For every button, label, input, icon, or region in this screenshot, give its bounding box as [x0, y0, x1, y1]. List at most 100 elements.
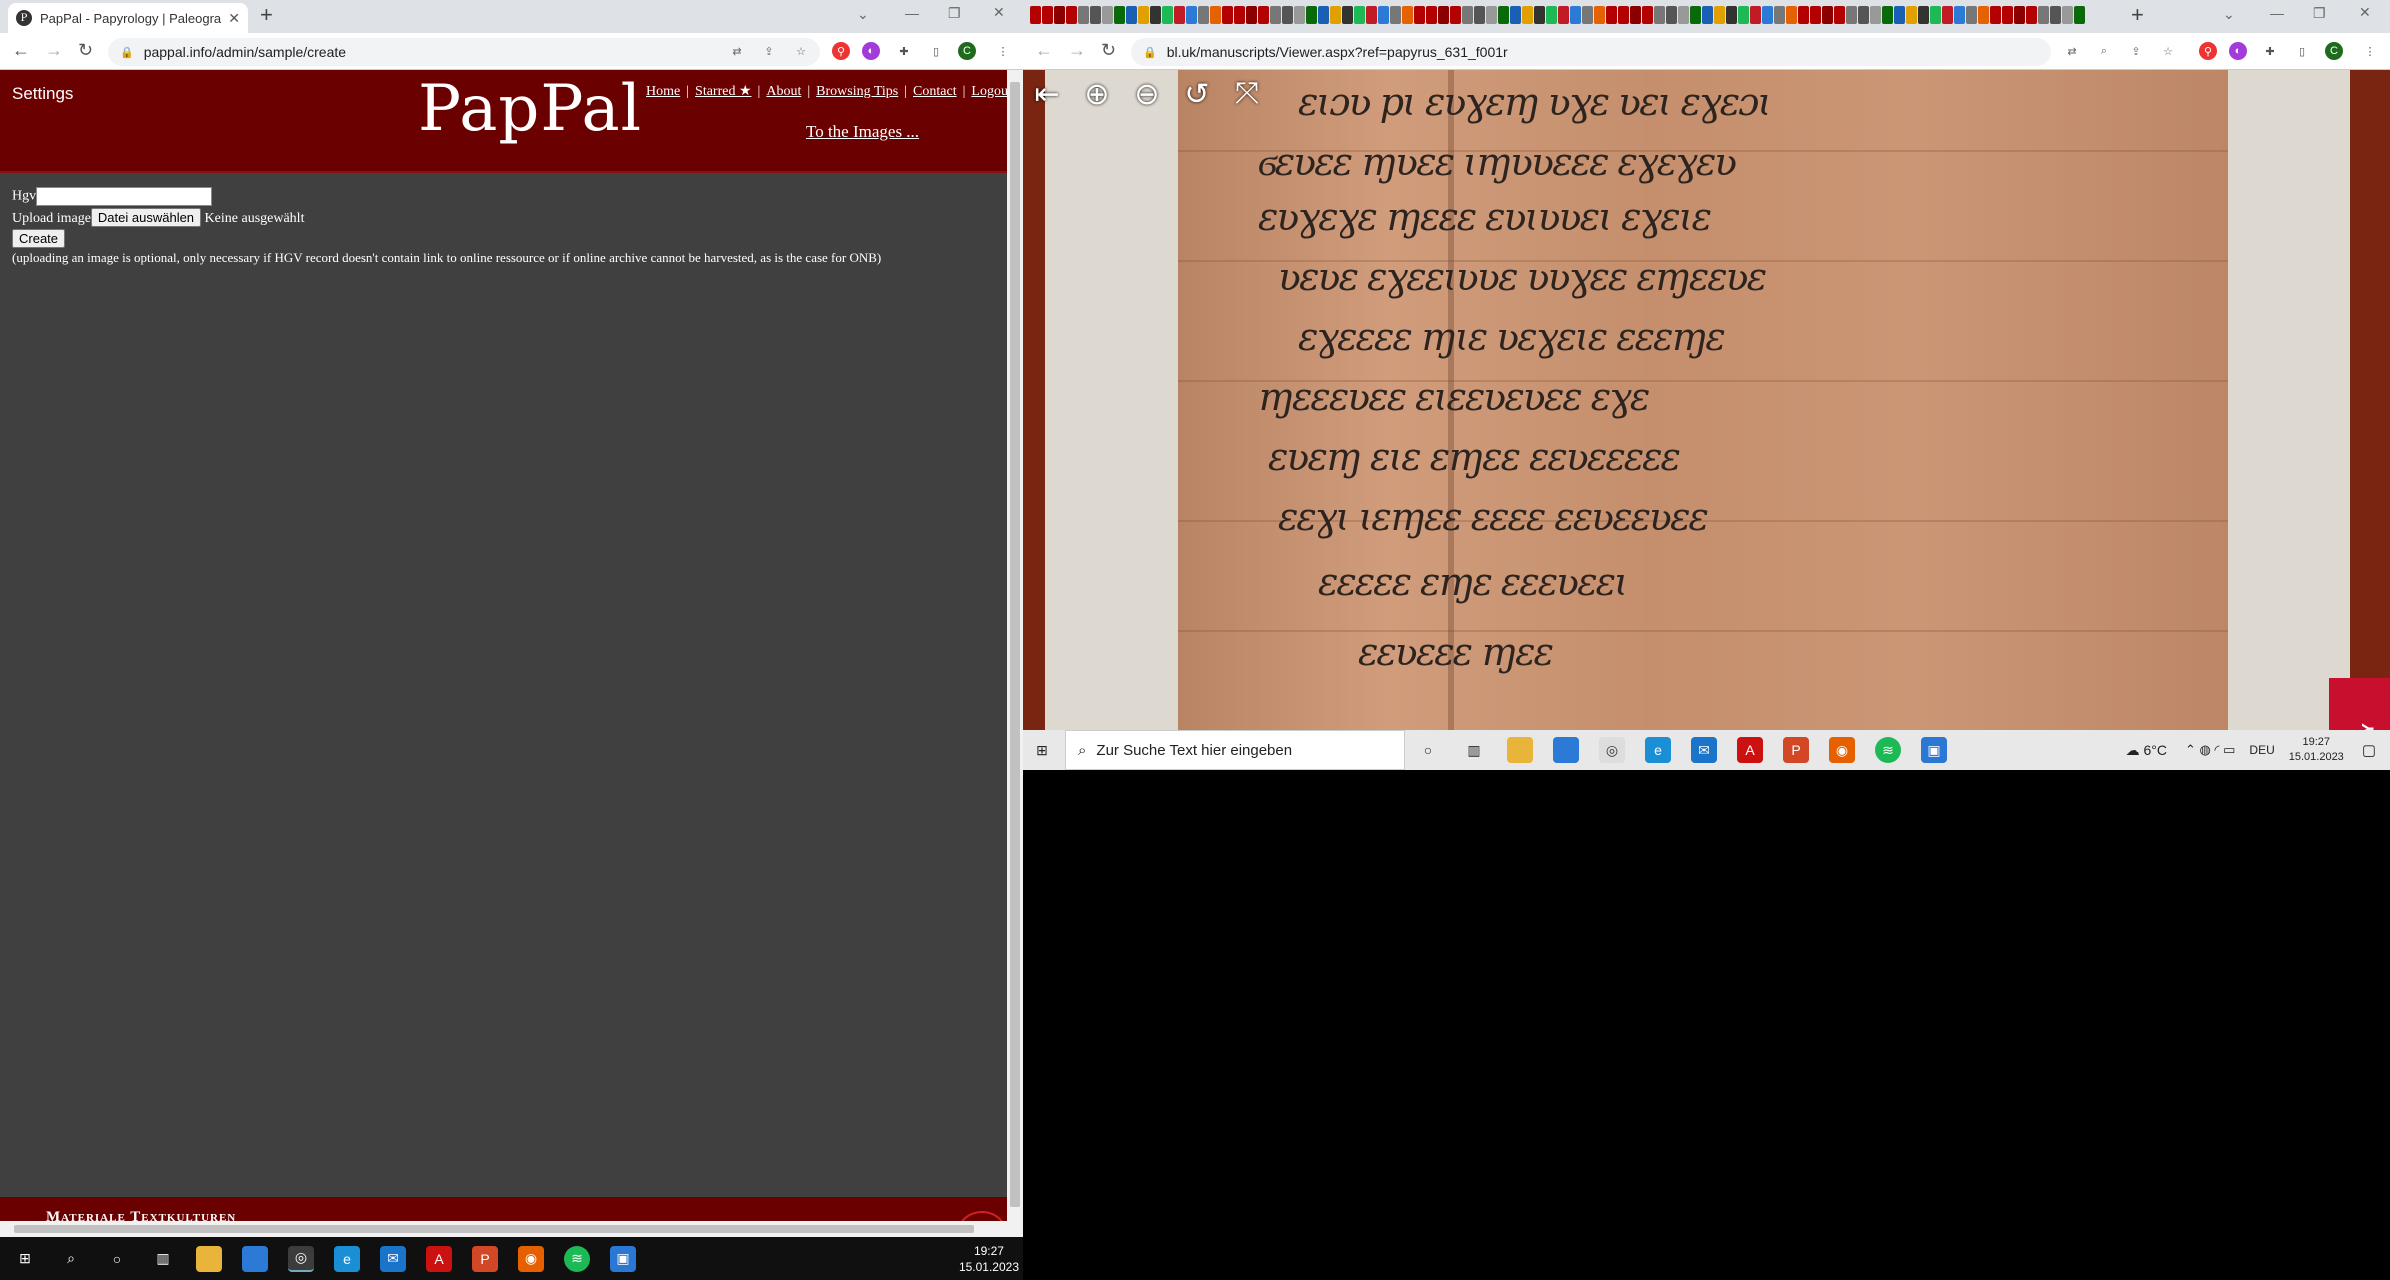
pinned-tab[interactable]	[1474, 6, 1485, 24]
nav-contact[interactable]: Contact	[913, 84, 957, 99]
back-icon[interactable]: ←	[12, 40, 30, 61]
pinned-tab[interactable]	[1306, 6, 1317, 24]
file-explorer-icon-right[interactable]	[1507, 737, 1533, 763]
manuscript-viewer[interactable]: ɛɩɔʋ pɩ ɛʋɣɛɱ ʋɣɛ ʋɛɩ ɛɣɛɔɩ ϭɛʋɛɛ ɱʋɛɛ ɩ…	[1023, 70, 2390, 730]
settings-link[interactable]: Settings	[12, 84, 73, 104]
chrome-icon[interactable]: ◎	[288, 1245, 314, 1272]
notification-icon[interactable]: ▢	[2362, 741, 2376, 759]
nav-logout[interactable]: Logou	[971, 84, 1008, 99]
reload-icon[interactable]: ↻	[78, 40, 93, 61]
pappal-logo[interactable]: PapPal	[418, 72, 642, 146]
pinned-tab[interactable]	[1438, 6, 1449, 24]
cortana-icon[interactable]: ○	[104, 1246, 130, 1272]
create-button[interactable]: Create	[12, 229, 66, 248]
zoom-icon-right[interactable]: ⌕	[2095, 42, 2113, 60]
fit-icon[interactable]: ⤧	[1227, 74, 1267, 114]
pinned-tab[interactable]	[1762, 6, 1773, 24]
pinned-tab[interactable]	[1606, 6, 1617, 24]
firefox-icon-right[interactable]: ◉	[1829, 737, 1855, 763]
pinned-tab[interactable]	[1222, 6, 1233, 24]
pinned-tab[interactable]	[2050, 6, 2061, 24]
pinned-tab[interactable]	[1186, 6, 1197, 24]
sidepanel-icon-right[interactable]: ▯	[2293, 42, 2311, 60]
nav-starred[interactable]: Starred ★	[695, 84, 751, 99]
restore-icon[interactable]: ❐	[948, 5, 961, 22]
horizontal-scroll-thumb[interactable]	[14, 1225, 974, 1233]
cortana-icon-right[interactable]: ○	[1415, 737, 1441, 763]
pinned-tab[interactable]	[1834, 6, 1845, 24]
share-icon[interactable]: ⇪	[760, 42, 778, 60]
pinned-tab[interactable]	[1330, 6, 1341, 24]
spotify-icon[interactable]: ≋	[564, 1245, 590, 1272]
pinned-tab[interactable]	[1366, 6, 1377, 24]
pinned-tab[interactable]	[1162, 6, 1173, 24]
pinned-tab[interactable]	[1114, 6, 1125, 24]
menu-kebab-icon-right[interactable]: ⋮	[2361, 42, 2379, 60]
task-view-icon-right[interactable]: ▥	[1461, 737, 1487, 763]
choose-file-button[interactable]: Datei auswählen	[90, 208, 202, 227]
pinned-tab[interactable]	[1774, 6, 1785, 24]
to-images-link[interactable]: To the Images ...	[806, 122, 919, 142]
pinned-tab[interactable]	[1462, 6, 1473, 24]
close-tab-icon[interactable]: ✕	[228, 10, 240, 27]
pinned-tab[interactable]	[1198, 6, 1209, 24]
pinned-tab[interactable]	[1582, 6, 1593, 24]
pinned-tab[interactable]	[2014, 6, 2025, 24]
pinned-tab[interactable]	[1234, 6, 1245, 24]
bookmark-star-icon[interactable]: ☆	[792, 42, 810, 60]
pinned-tab[interactable]	[1102, 6, 1113, 24]
pinned-tab[interactable]	[1378, 6, 1389, 24]
pinned-tab[interactable]	[1798, 6, 1809, 24]
close-window-icon-right[interactable]: ✕	[2359, 4, 2371, 21]
taskbar-search-box[interactable]: ⌕ Zur Suche Text hier eingeben	[1065, 730, 1405, 770]
pinned-tab[interactable]	[2002, 6, 2013, 24]
extensions-puzzle-icon[interactable]: ✚	[895, 42, 913, 60]
pinned-tab[interactable]	[1810, 6, 1821, 24]
pinned-tab[interactable]	[1246, 6, 1257, 24]
pinned-tab[interactable]	[1390, 6, 1401, 24]
new-tab-icon-right[interactable]: +	[2131, 2, 2144, 28]
powerpoint-icon-right[interactable]: P	[1783, 737, 1809, 763]
minimize-icon-right[interactable]: —	[2270, 5, 2284, 21]
pinned-tab[interactable]	[1642, 6, 1653, 24]
pinned-tab[interactable]	[1090, 6, 1101, 24]
extension-purple-icon-right[interactable]: ◐	[2229, 42, 2247, 60]
pinned-tab[interactable]	[1066, 6, 1077, 24]
acrobat-icon-right[interactable]: A	[1737, 737, 1763, 763]
search-icon[interactable]: ⌕	[58, 1246, 84, 1272]
vertical-scroll-thumb[interactable]	[1010, 82, 1020, 1207]
taskbar-clock-right[interactable]: 19:27 15.01.2023	[2289, 735, 2344, 765]
pinned-tab[interactable]	[1174, 6, 1185, 24]
extensions-puzzle-icon-right[interactable]: ✚	[2261, 42, 2279, 60]
pinned-tab[interactable]	[1882, 6, 1893, 24]
pinned-tab[interactable]	[1858, 6, 1869, 24]
chrome-icon-right[interactable]: ◎	[1599, 737, 1625, 763]
reload-icon-right[interactable]: ↻	[1101, 40, 1116, 61]
pinned-tab[interactable]	[1270, 6, 1281, 24]
pinned-tab[interactable]	[1042, 6, 1053, 24]
share-icon-right[interactable]: ⇪	[2127, 42, 2145, 60]
pinned-tab[interactable]	[1126, 6, 1137, 24]
pinned-tab[interactable]	[1558, 6, 1569, 24]
mail-icon-right[interactable]: ✉	[1691, 737, 1717, 763]
menu-kebab-icon[interactable]: ⋮	[994, 42, 1012, 60]
pinned-tab[interactable]	[2026, 6, 2037, 24]
pinned-tab[interactable]	[1342, 6, 1353, 24]
pinned-tab[interactable]	[1486, 6, 1497, 24]
tab-search-icon-right[interactable]: ⌄	[2223, 6, 2235, 23]
translate-icon[interactable]: ⇄	[728, 42, 746, 60]
omnibox-right[interactable]: 🔒 bl.uk/manuscripts/Viewer.aspx?ref=papy…	[1131, 38, 2051, 66]
pinned-tab[interactable]	[1630, 6, 1641, 24]
pinned-tab[interactable]	[1030, 6, 1041, 24]
pinned-tab[interactable]	[1354, 6, 1365, 24]
pinned-tab[interactable]	[1426, 6, 1437, 24]
new-tab-icon[interactable]: +	[260, 2, 273, 28]
pinned-tab[interactable]	[1966, 6, 1977, 24]
windows-start-icon[interactable]: ⊞	[12, 1246, 38, 1272]
close-window-icon[interactable]: ✕	[993, 4, 1005, 21]
pinned-tab[interactable]	[1870, 6, 1881, 24]
minimize-icon[interactable]: —	[905, 5, 919, 21]
pinned-tab[interactable]	[1594, 6, 1605, 24]
pinned-tab[interactable]	[1570, 6, 1581, 24]
weather-icon[interactable]: ☁ 6°C	[2126, 742, 2167, 759]
